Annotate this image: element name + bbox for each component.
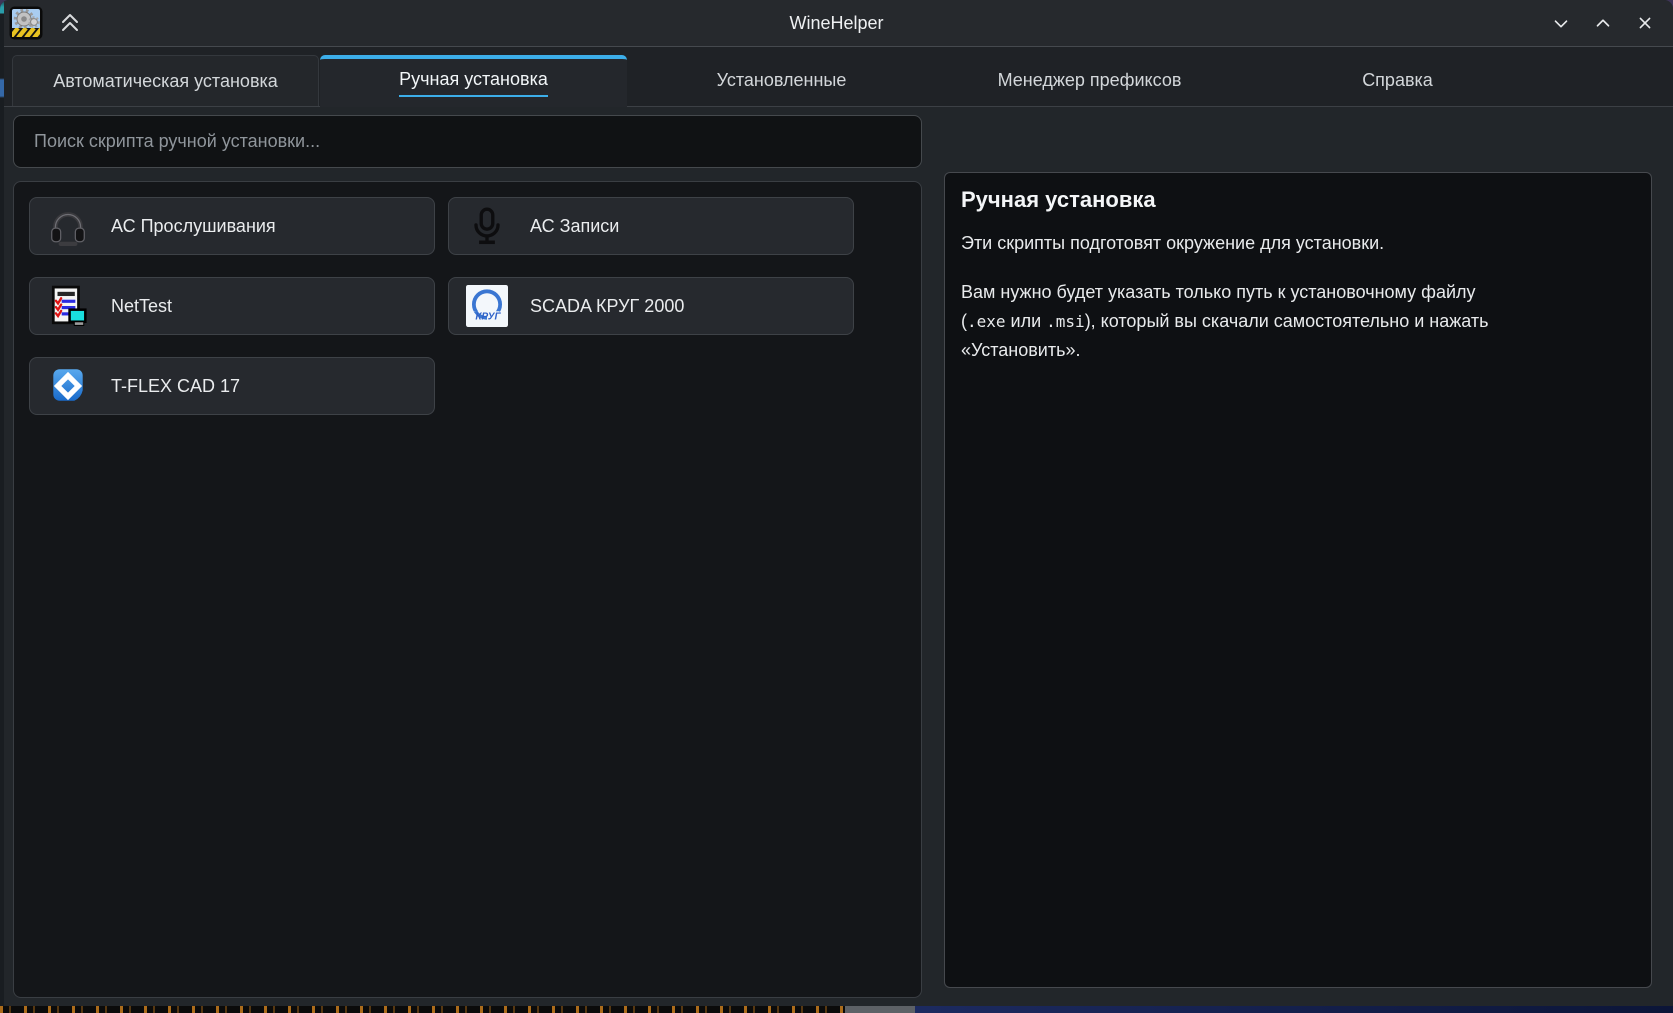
info-panel: Ручная установка Эти скрипты подготовят …: [944, 172, 1652, 988]
info-heading: Ручная установка: [961, 187, 1635, 213]
checklist-monitor-icon: [47, 285, 89, 327]
tab-3[interactable]: Установленные: [628, 55, 935, 106]
info-paragraph-2: Вам нужно будет указать только путь к ус…: [961, 278, 1635, 365]
krug-logo-icon: КРУГ: [466, 285, 508, 327]
svg-text:КРУГ: КРУГ: [475, 312, 501, 323]
desktop-edge-sliver: [0, 0, 4, 1013]
close-icon[interactable]: [1627, 5, 1663, 41]
minimize-icon[interactable]: [1543, 5, 1579, 41]
headphones-icon: [47, 205, 89, 247]
script-button[interactable]: NetTest: [29, 277, 435, 335]
info-paragraph-1: Эти скрипты подготовят окружение для уст…: [961, 229, 1635, 258]
tab-4[interactable]: Менеджер префиксов: [936, 55, 1243, 106]
main-content: АС Прослушивания АС Записи NetTest: [0, 107, 1673, 1013]
script-button[interactable]: T-FLEX CAD 17: [29, 357, 435, 415]
tab-bar: Автоматическая установка Ручная установк…: [0, 47, 1673, 107]
keep-above-icon[interactable]: [57, 10, 83, 36]
scripts-panel: АС Прослушивания АС Записи NetTest: [13, 181, 922, 998]
microphone-icon: [466, 205, 508, 247]
window-title: WineHelper: [0, 13, 1673, 34]
search-input[interactable]: [13, 115, 922, 168]
window-controls: [1543, 0, 1663, 46]
script-button[interactable]: АС Записи: [448, 197, 854, 255]
winehelper-window: WineHelper Автоматическая установка: [0, 0, 1673, 1013]
tflex-shield-icon: [47, 365, 89, 407]
maximize-icon[interactable]: [1585, 5, 1621, 41]
tab-5[interactable]: Справка: [1244, 55, 1551, 106]
script-button[interactable]: АС Прослушивания: [29, 197, 435, 255]
tab-1[interactable]: Автоматическая установка: [12, 55, 319, 106]
titlebar: WineHelper: [0, 0, 1673, 47]
script-button[interactable]: КРУГ SCADA КРУГ 2000: [448, 277, 854, 335]
app-icon: [9, 6, 43, 40]
tab-2[interactable]: Ручная установка: [320, 55, 627, 107]
desktop-bottom-sliver: [0, 1006, 1673, 1013]
